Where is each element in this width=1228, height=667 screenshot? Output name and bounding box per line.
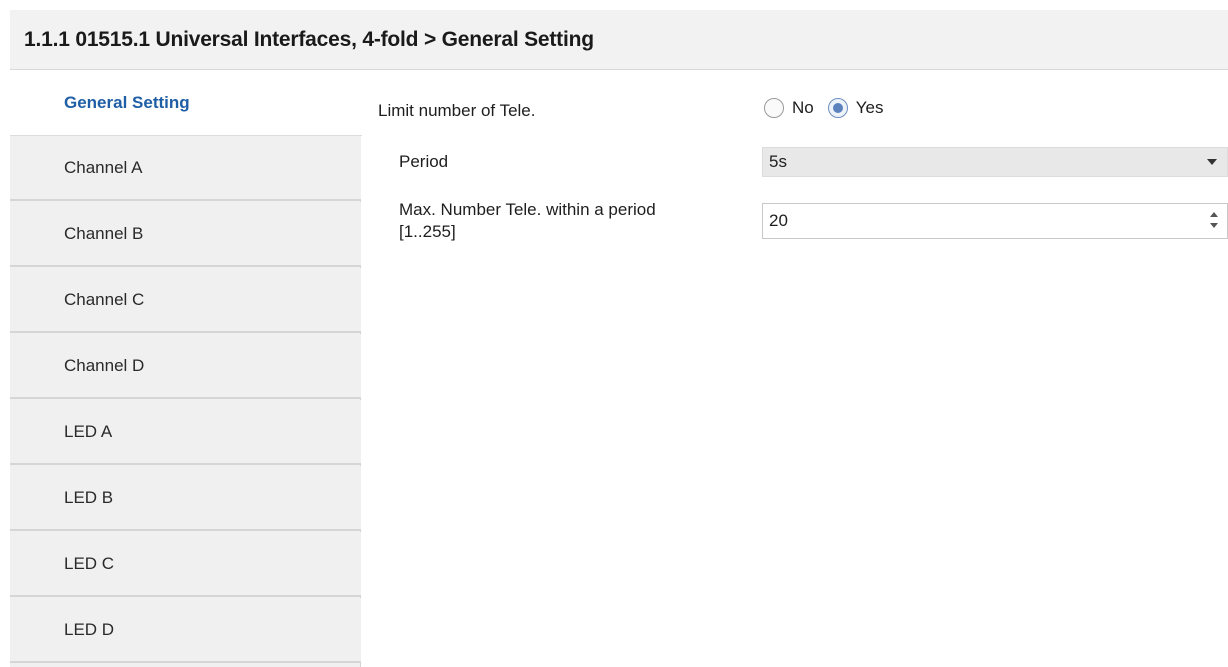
radio-yes-label: Yes <box>855 98 884 117</box>
chevron-down-icon <box>1207 159 1217 165</box>
sidebar: General Setting Channel A Channel B Chan… <box>10 71 362 667</box>
max-number-stepper[interactable]: 20 <box>762 203 1228 239</box>
sidebar-item-channel-b[interactable]: Channel B <box>10 202 361 267</box>
arrow-down-icon[interactable] <box>1210 223 1218 228</box>
period-label: Period <box>399 152 449 171</box>
sidebar-item-label: General Setting <box>64 93 190 112</box>
limit-tele-radio-group: No Yes <box>764 95 897 121</box>
radio-yes[interactable] <box>827 98 848 118</box>
sidebar-item-led-c[interactable]: LED C <box>10 532 361 597</box>
sidebar-item-label: LED B <box>64 487 114 507</box>
radio-no-label: No <box>792 98 814 117</box>
sidebar-item-channel-a[interactable]: Channel A <box>10 136 361 201</box>
limit-tele-no-option[interactable]: No <box>764 98 814 118</box>
page-header: 1.1.1 01515.1 Universal Interfaces, 4-fo… <box>10 10 1228 70</box>
max-number-value: 20 <box>769 211 788 230</box>
settings-panel: Limit number of Tele. No Yes Period 5s M… <box>362 71 1228 667</box>
sidebar-item-label: Channel D <box>64 355 145 375</box>
sidebar-item-led-b[interactable]: LED B <box>10 466 361 531</box>
sidebar-item-channel-c[interactable]: Channel C <box>10 268 361 333</box>
sidebar-item-label: Channel C <box>64 289 145 309</box>
sidebar-item-label: Channel B <box>64 223 144 243</box>
sidebar-item-led-a[interactable]: LED A <box>10 400 361 465</box>
radio-no[interactable] <box>764 98 784 118</box>
sidebar-item-led-d[interactable]: LED D <box>10 598 361 663</box>
sidebar-item-label: Channel A <box>64 157 143 177</box>
page-title: 1.1.1 01515.1 Universal Interfaces, 4-fo… <box>24 27 594 51</box>
sidebar-item-label: LED D <box>64 619 115 639</box>
limit-tele-yes-option[interactable]: Yes <box>827 98 884 118</box>
sidebar-item-channel-d[interactable]: Channel D <box>10 334 361 399</box>
spin-arrows-icon[interactable] <box>1209 212 1219 230</box>
arrow-up-icon[interactable] <box>1210 212 1218 217</box>
period-value: 5s <box>769 152 787 171</box>
sidebar-item-label: LED A <box>64 421 113 441</box>
sidebar-item-general-setting[interactable]: General Setting <box>10 71 362 136</box>
limit-tele-label: Limit number of Tele. <box>378 101 536 120</box>
max-number-range-label: [1..255] <box>399 222 456 241</box>
sidebar-item-label: LED C <box>64 553 115 573</box>
period-dropdown[interactable]: 5s <box>762 147 1228 177</box>
max-number-label: Max. Number Tele. within a period <box>399 200 656 219</box>
